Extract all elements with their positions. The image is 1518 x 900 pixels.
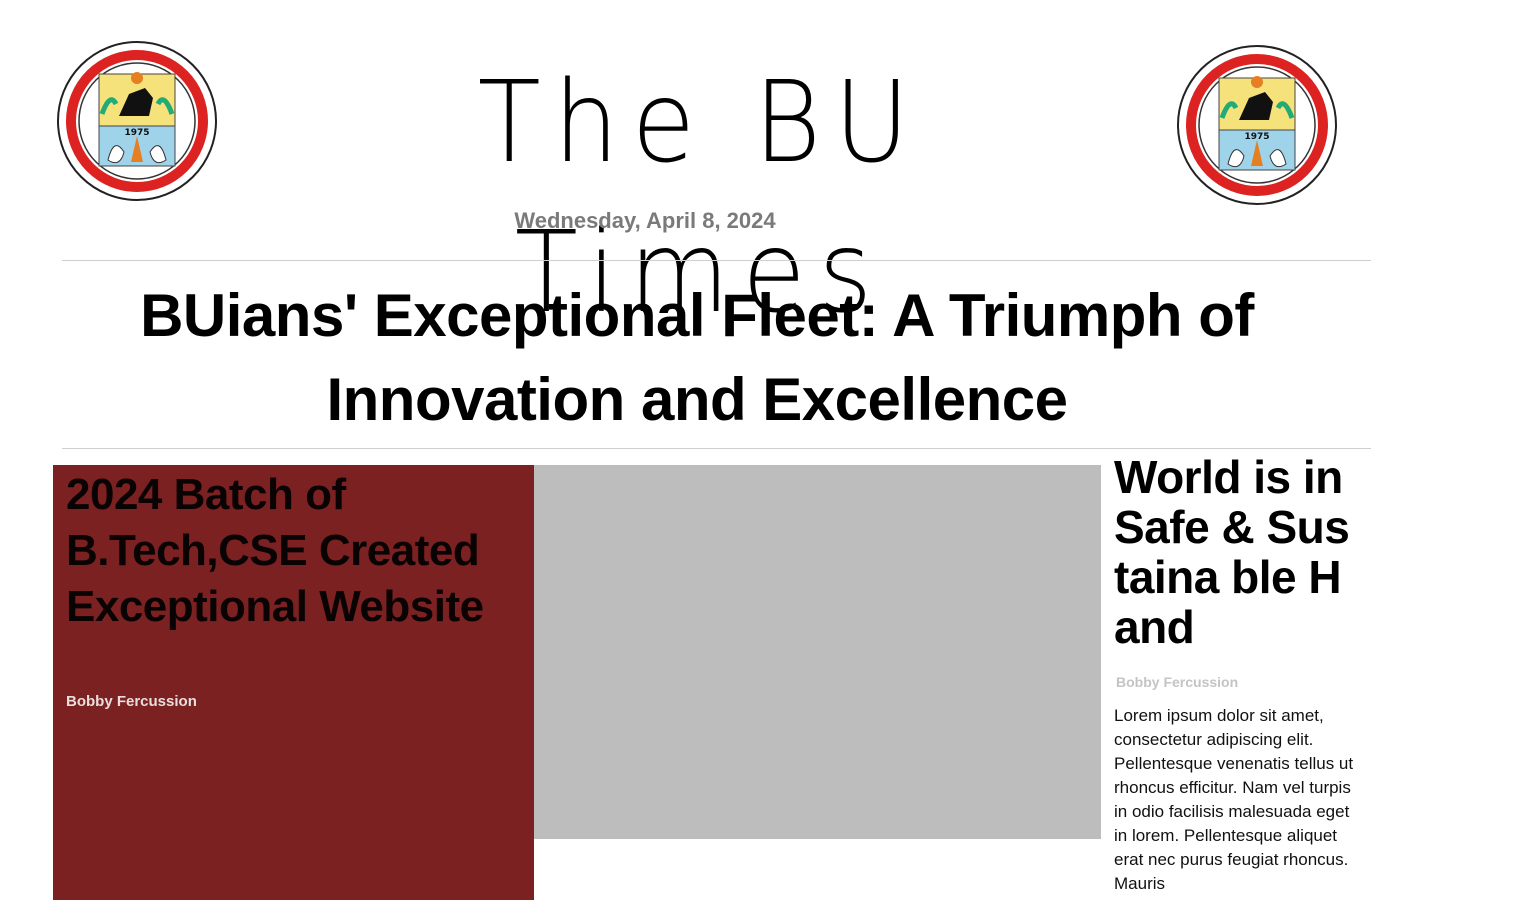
side-article-body: Lorem ipsum dolor sit amet, consectetur … bbox=[1114, 706, 1354, 893]
feature-article-title[interactable]: 2024 Batch of B.Tech,CSE Created Excepti… bbox=[66, 467, 516, 635]
article-image-placeholder bbox=[534, 465, 1101, 839]
masthead-title: The BU Times bbox=[477, 58, 923, 338]
newspaper-page: 1975 The BU Times 1975 Wednesday, April … bbox=[0, 0, 1518, 900]
side-article-title[interactable]: World is in Safe & Sustaina ble Hand bbox=[1114, 452, 1364, 652]
divider-top bbox=[62, 260, 1371, 261]
svg-text:1975: 1975 bbox=[1244, 132, 1269, 142]
university-seal-right-icon: 1975 bbox=[1177, 45, 1337, 205]
issue-date: Wednesday, April 8, 2024 bbox=[514, 208, 776, 233]
side-article-author: Bobby Fercussion bbox=[1116, 674, 1239, 690]
svg-text:1975: 1975 bbox=[124, 128, 149, 138]
lead-headline[interactable]: BUians' Exceptional Fleet: A Triumph of … bbox=[62, 274, 1332, 442]
feature-article-author: Bobby Fercussion bbox=[66, 693, 197, 710]
side-article: World is in Safe & Sustaina ble Hand Bob… bbox=[1114, 452, 1364, 896]
university-seal-left-icon: 1975 bbox=[57, 41, 217, 201]
feature-article-card[interactable]: 2024 Batch of B.Tech,CSE Created Excepti… bbox=[53, 465, 534, 900]
divider-bottom bbox=[62, 448, 1371, 449]
